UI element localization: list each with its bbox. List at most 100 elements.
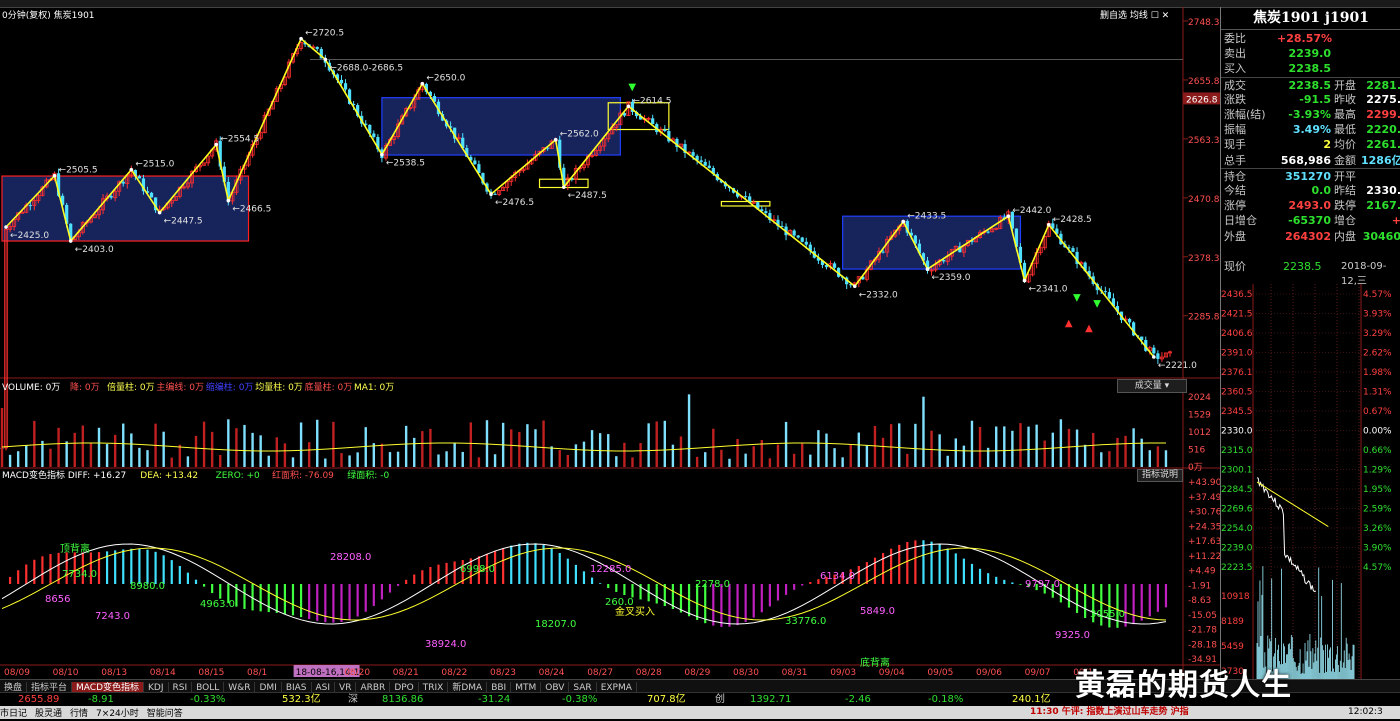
news-ticker[interactable]: 11:30 午评: 指数上演过山车走势 沪指 [1030, 706, 1189, 719]
volume-bar [113, 434, 117, 467]
wave-point [1046, 222, 1051, 227]
macd-annotation: 9325.0 [1055, 630, 1090, 641]
status-item[interactable]: 行情 [70, 709, 88, 719]
quote-label: 日增仓 [1224, 214, 1257, 228]
quote-row: 总手 568,986 金额 1286亿 [1221, 153, 1400, 168]
chart-tools[interactable]: 删自选 均线 ☐ ✕ [1100, 8, 1169, 21]
signal-arrow: ▲ [1065, 318, 1073, 329]
volume-bar [1108, 451, 1111, 467]
mini-pct-label: 4.57% [1363, 563, 1392, 573]
macd-annotation: 7734.0 [62, 569, 97, 580]
macd-axis-label: -28.18 [1188, 640, 1217, 650]
candle-body [744, 196, 748, 198]
quote-label: 涨幅(结) [1224, 108, 1266, 121]
volume-bar [922, 396, 925, 467]
wave-point [52, 173, 57, 178]
volume-bar [1124, 435, 1127, 467]
volume-bar [1083, 444, 1087, 467]
quote-label: 涨跌 [1224, 92, 1246, 106]
volume-axis-label: 1012 [1188, 428, 1211, 438]
macd-annotation: 8980.0 [130, 581, 165, 592]
candle-body [493, 193, 497, 195]
close-icon[interactable]: ☐ ✕ [1151, 11, 1169, 21]
quote-label: 买入 [1224, 62, 1246, 76]
wave-point-label: ←2650.0 [426, 74, 465, 84]
price-tick-label: 2285.8 [1188, 313, 1220, 323]
volume-bar [186, 456, 190, 467]
quote-value: 1286亿 [1361, 153, 1400, 167]
wave-point-label: ←2359.0 [932, 273, 971, 283]
status-item[interactable]: 智能问答 [147, 709, 183, 719]
volume-bar [1092, 432, 1095, 467]
wave-point-label: ←2505.5 [59, 166, 98, 176]
index-value: 240.1亿 [1012, 694, 1051, 705]
quote-label: 昨结 [1334, 184, 1356, 197]
quote-value: 2281. [1366, 78, 1400, 92]
quote-label: 内盘 [1334, 229, 1356, 243]
volume-bar [178, 444, 182, 467]
volume-axis-label: 1529 [1188, 411, 1211, 421]
mini-price-label: 2223.5 [1221, 563, 1253, 573]
volume-bar [291, 457, 295, 467]
volume-bar [744, 453, 747, 467]
volume-bar [574, 444, 578, 467]
wave-point-label: ←2476.5 [495, 198, 534, 208]
macd-annotation: 38924.0 [425, 639, 466, 650]
macd-annotation: 4963.0 [200, 599, 235, 610]
volume-bar [421, 431, 424, 467]
indicator-help-button[interactable]: 指标说明 [1137, 469, 1183, 482]
x-axis-label: 08/21 [393, 668, 419, 678]
quote-label: 成交 [1224, 78, 1246, 92]
status-item[interactable]: 7×24小时 [96, 709, 139, 719]
volume-bar [429, 428, 432, 467]
macd-annotation: 5849.0 [860, 606, 895, 617]
macd-annotation: 12285.0 [590, 564, 631, 575]
index-value: 2655.89 [18, 694, 60, 705]
status-item[interactable]: 股灵通 [35, 709, 62, 719]
price-tick-label: 2470.8 [1188, 195, 1220, 205]
candle-body [473, 160, 477, 165]
x-axis-label: 08/30 [733, 668, 759, 678]
wave-point-label: ←2447.5 [164, 217, 203, 227]
kline-chart[interactable]: 2748.3 2655.8 2563.3 2470.8 2378.3 2285.8 2626… [0, 7, 1220, 679]
volume-bar [598, 433, 602, 467]
volume-bar [81, 425, 85, 467]
candle-body [315, 46, 319, 49]
volume-bar [736, 438, 739, 467]
quote-row: 卖出 2239.0 [1221, 46, 1400, 61]
volume-legend-item: 降: 0万 [70, 381, 100, 393]
quote-row: 涨跌 -91.5 昨收 2275. [1221, 92, 1400, 107]
mini-pct-label: 3.90% [1363, 544, 1392, 554]
wave-point [901, 219, 906, 224]
volume-bar [469, 422, 473, 467]
mini-price-line [1256, 477, 1316, 593]
x-axis-label: 08/1 [247, 668, 267, 678]
mini-price-label: 2376.1 [1221, 368, 1253, 378]
volume-bar [889, 424, 893, 467]
volume-bar [243, 424, 246, 467]
wave-point-label: ←2425.0 [10, 231, 49, 241]
macd-annotation: 金叉买入 [615, 605, 655, 618]
quote-value: 568,986 [1280, 153, 1331, 167]
volume-selector[interactable]: 成交量 ▾ [1117, 379, 1187, 393]
candle-body [1127, 318, 1132, 323]
volume-bar [493, 454, 497, 467]
volume-legend-item: 主编线: 0万 [156, 381, 204, 393]
watermark: 黄磊的期货人生 [1075, 668, 1292, 703]
macd-annotation: 9797.0 [1025, 579, 1060, 590]
volume-bar [801, 443, 804, 467]
volume-bar [65, 441, 68, 467]
candle-body [986, 231, 990, 233]
volume-bar [130, 433, 133, 467]
volume-bar [1019, 423, 1022, 467]
status-item[interactable]: 市日记 [0, 709, 27, 719]
volume-bar [582, 441, 586, 467]
macd-axis-label: -1.91 [1188, 581, 1211, 591]
index-value: 707.8亿 [647, 694, 686, 705]
candle-body [832, 263, 837, 268]
volume-bar [332, 421, 335, 467]
volume-bar [348, 455, 351, 467]
dea-line [1, 547, 1166, 621]
volume-bar [833, 448, 836, 467]
volume-bar [324, 458, 327, 467]
